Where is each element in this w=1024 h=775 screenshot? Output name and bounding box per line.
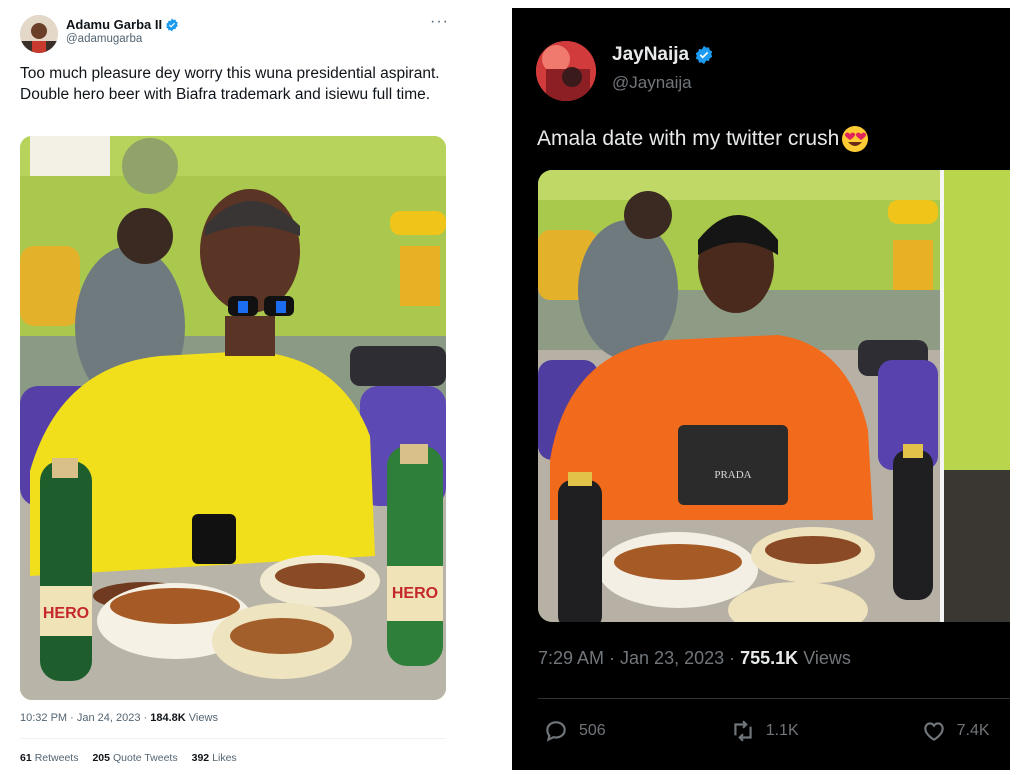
quotes-count: 205 xyxy=(92,752,110,764)
tweet-meta: 7:29 AM · Jan 23, 2023 · 755.1K Views xyxy=(538,648,851,669)
quotes-stat[interactable]: 205 Quote Tweets xyxy=(92,752,177,764)
reply-button[interactable]: 506 xyxy=(543,718,606,744)
bottle-label-left: HERO xyxy=(43,605,89,622)
views-label: Views xyxy=(188,712,218,724)
replies-count: 506 xyxy=(579,722,606,739)
views-count: 184.8K xyxy=(150,712,186,724)
likes-stat[interactable]: 392 Likes xyxy=(192,752,237,764)
heart-eyes-emoji xyxy=(842,126,869,152)
likes-count: 7.4K xyxy=(956,722,990,739)
likes-label: Likes xyxy=(212,752,237,764)
retweet-button[interactable]: 1.1K xyxy=(730,718,799,744)
retweets-label: Retweets xyxy=(34,752,79,764)
author-name[interactable]: Adamu Garba II xyxy=(66,17,179,32)
avatar[interactable] xyxy=(536,41,596,101)
avatar[interactable] xyxy=(20,15,58,53)
tweet-photo[interactable]: HERO HERO xyxy=(20,136,446,700)
bottle-label-right: HERO xyxy=(392,585,438,602)
views-label: Views xyxy=(803,648,851,668)
retweets-count: 1.1K xyxy=(765,722,799,739)
author-name[interactable]: JayNaija xyxy=(612,44,714,66)
author-handle[interactable]: @adamugarba xyxy=(66,33,142,45)
left-tweet: Adamu Garba II @adamugarba ··· Too much … xyxy=(0,0,462,775)
timestamp[interactable]: 10:32 PM · Jan 24, 2023 · xyxy=(20,712,150,724)
tweet-stats: 61 Retweets 205 Quote Tweets 392 Likes xyxy=(20,752,237,764)
verified-icon xyxy=(166,18,178,31)
tweet-text: Too much pleasure dey worry this wuna pr… xyxy=(20,65,440,103)
tweet-photo[interactable]: PRADA xyxy=(538,170,1010,622)
retweets-stat[interactable]: 61 Retweets xyxy=(20,752,78,764)
tweet-text-body: Amala date with my twitter crush xyxy=(537,127,840,150)
retweets-count: 61 xyxy=(20,752,32,764)
divider xyxy=(20,738,446,739)
tweet-text: Amala date with my twitter crush xyxy=(537,125,869,153)
tweet-meta: 10:32 PM · Jan 24, 2023 · 184.8K Views xyxy=(20,712,218,724)
author-handle[interactable]: @Jaynaija xyxy=(612,73,692,93)
likes-count: 392 xyxy=(191,752,210,764)
quotes-label: Quote Tweets xyxy=(113,752,178,764)
retweet-icon xyxy=(734,720,752,742)
shirt-label: PRADA xyxy=(714,469,751,481)
right-tweet: JayNaija @Jaynaija Amala date with my tw… xyxy=(512,8,1010,770)
like-button[interactable]: 7.4K xyxy=(921,718,990,744)
timestamp[interactable]: 7:29 AM · Jan 23, 2023 · xyxy=(538,648,740,668)
verified-icon xyxy=(695,45,713,65)
views-count: 755.1K xyxy=(740,648,799,668)
reply-icon xyxy=(546,721,566,742)
tweet-actions: 506 1.1K 7.4K xyxy=(538,718,1010,744)
author-name-text: JayNaija xyxy=(612,44,690,65)
author-name-text: Adamu Garba II xyxy=(66,17,163,32)
more-icon[interactable]: ··· xyxy=(430,13,449,31)
divider xyxy=(538,698,1010,699)
like-icon xyxy=(923,722,944,741)
